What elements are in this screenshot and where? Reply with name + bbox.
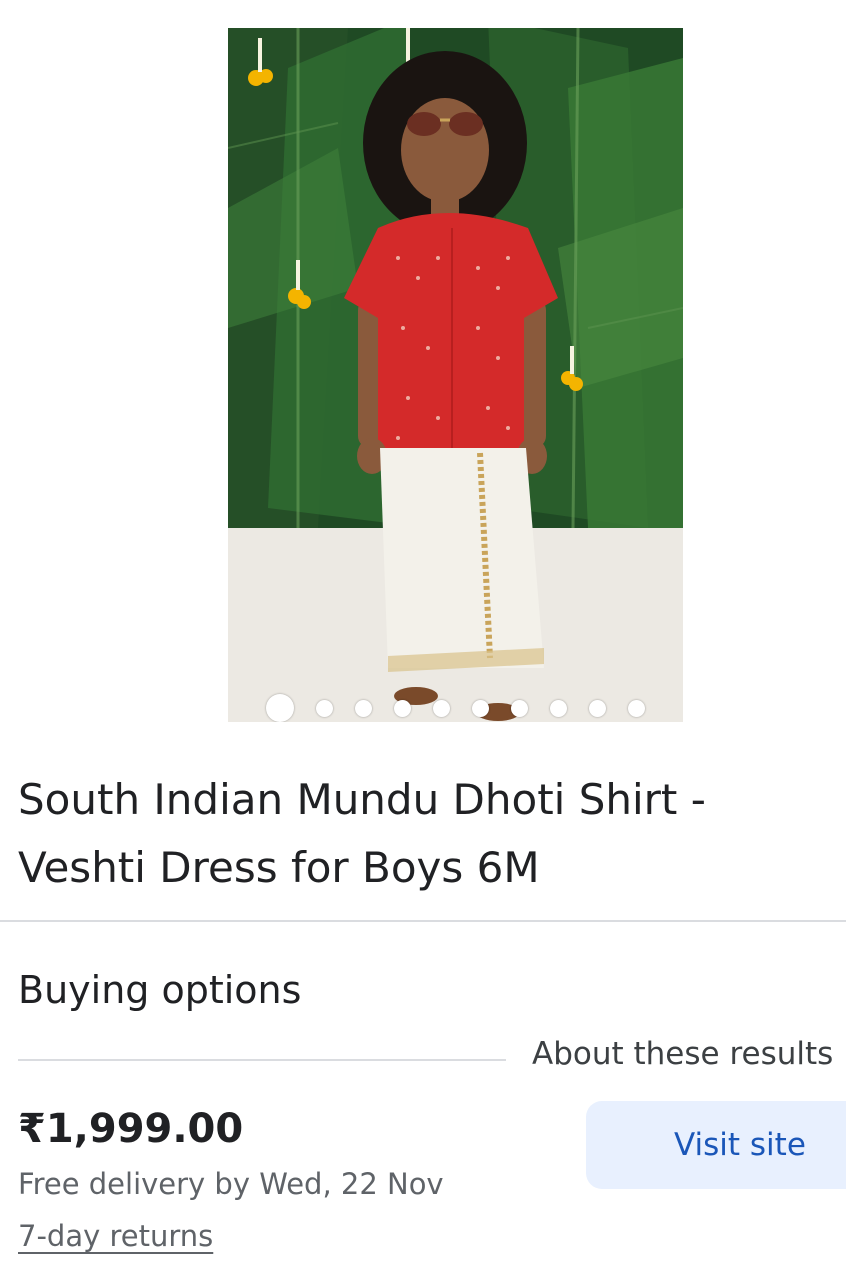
carousel-dot-8[interactable] — [550, 699, 567, 717]
product-photo[interactable] — [228, 28, 683, 722]
offer-price: ₹1,999.00 — [18, 1106, 244, 1152]
carousel-dot-2[interactable] — [316, 699, 333, 717]
visit-site-label: Visit site — [674, 1127, 806, 1163]
carousel-dot-6[interactable] — [472, 699, 489, 717]
carousel-dot-3[interactable] — [355, 699, 372, 717]
product-title-line-1: South Indian Mundu Dhoti Shirt - — [18, 775, 706, 824]
carousel-dot-1[interactable] — [266, 694, 294, 722]
visit-site-button[interactable]: Visit site — [586, 1101, 846, 1189]
returns-policy-link[interactable]: 7-day returns — [18, 1214, 213, 1258]
carousel-dot-5[interactable] — [433, 699, 450, 717]
delivery-info: Free delivery by Wed, 22 Nov — [18, 1167, 444, 1201]
buying-options-heading: Buying options — [18, 968, 302, 1012]
carousel-dot-10[interactable] — [628, 699, 645, 717]
product-image-carousel[interactable] — [228, 28, 683, 722]
carousel-dot-7[interactable] — [511, 699, 528, 717]
results-divider — [18, 1059, 506, 1061]
carousel-indicator — [228, 694, 683, 722]
product-page: South Indian Mundu Dhoti Shirt - Veshti … — [0, 0, 846, 1280]
carousel-dot-4[interactable] — [394, 699, 411, 717]
section-divider — [0, 920, 846, 922]
about-these-results-link[interactable]: About these results — [532, 1032, 833, 1076]
product-title-line-2: Veshti Dress for Boys 6M — [18, 843, 540, 892]
carousel-dot-9[interactable] — [589, 699, 606, 717]
product-title: South Indian Mundu Dhoti Shirt - Veshti … — [18, 766, 818, 902]
